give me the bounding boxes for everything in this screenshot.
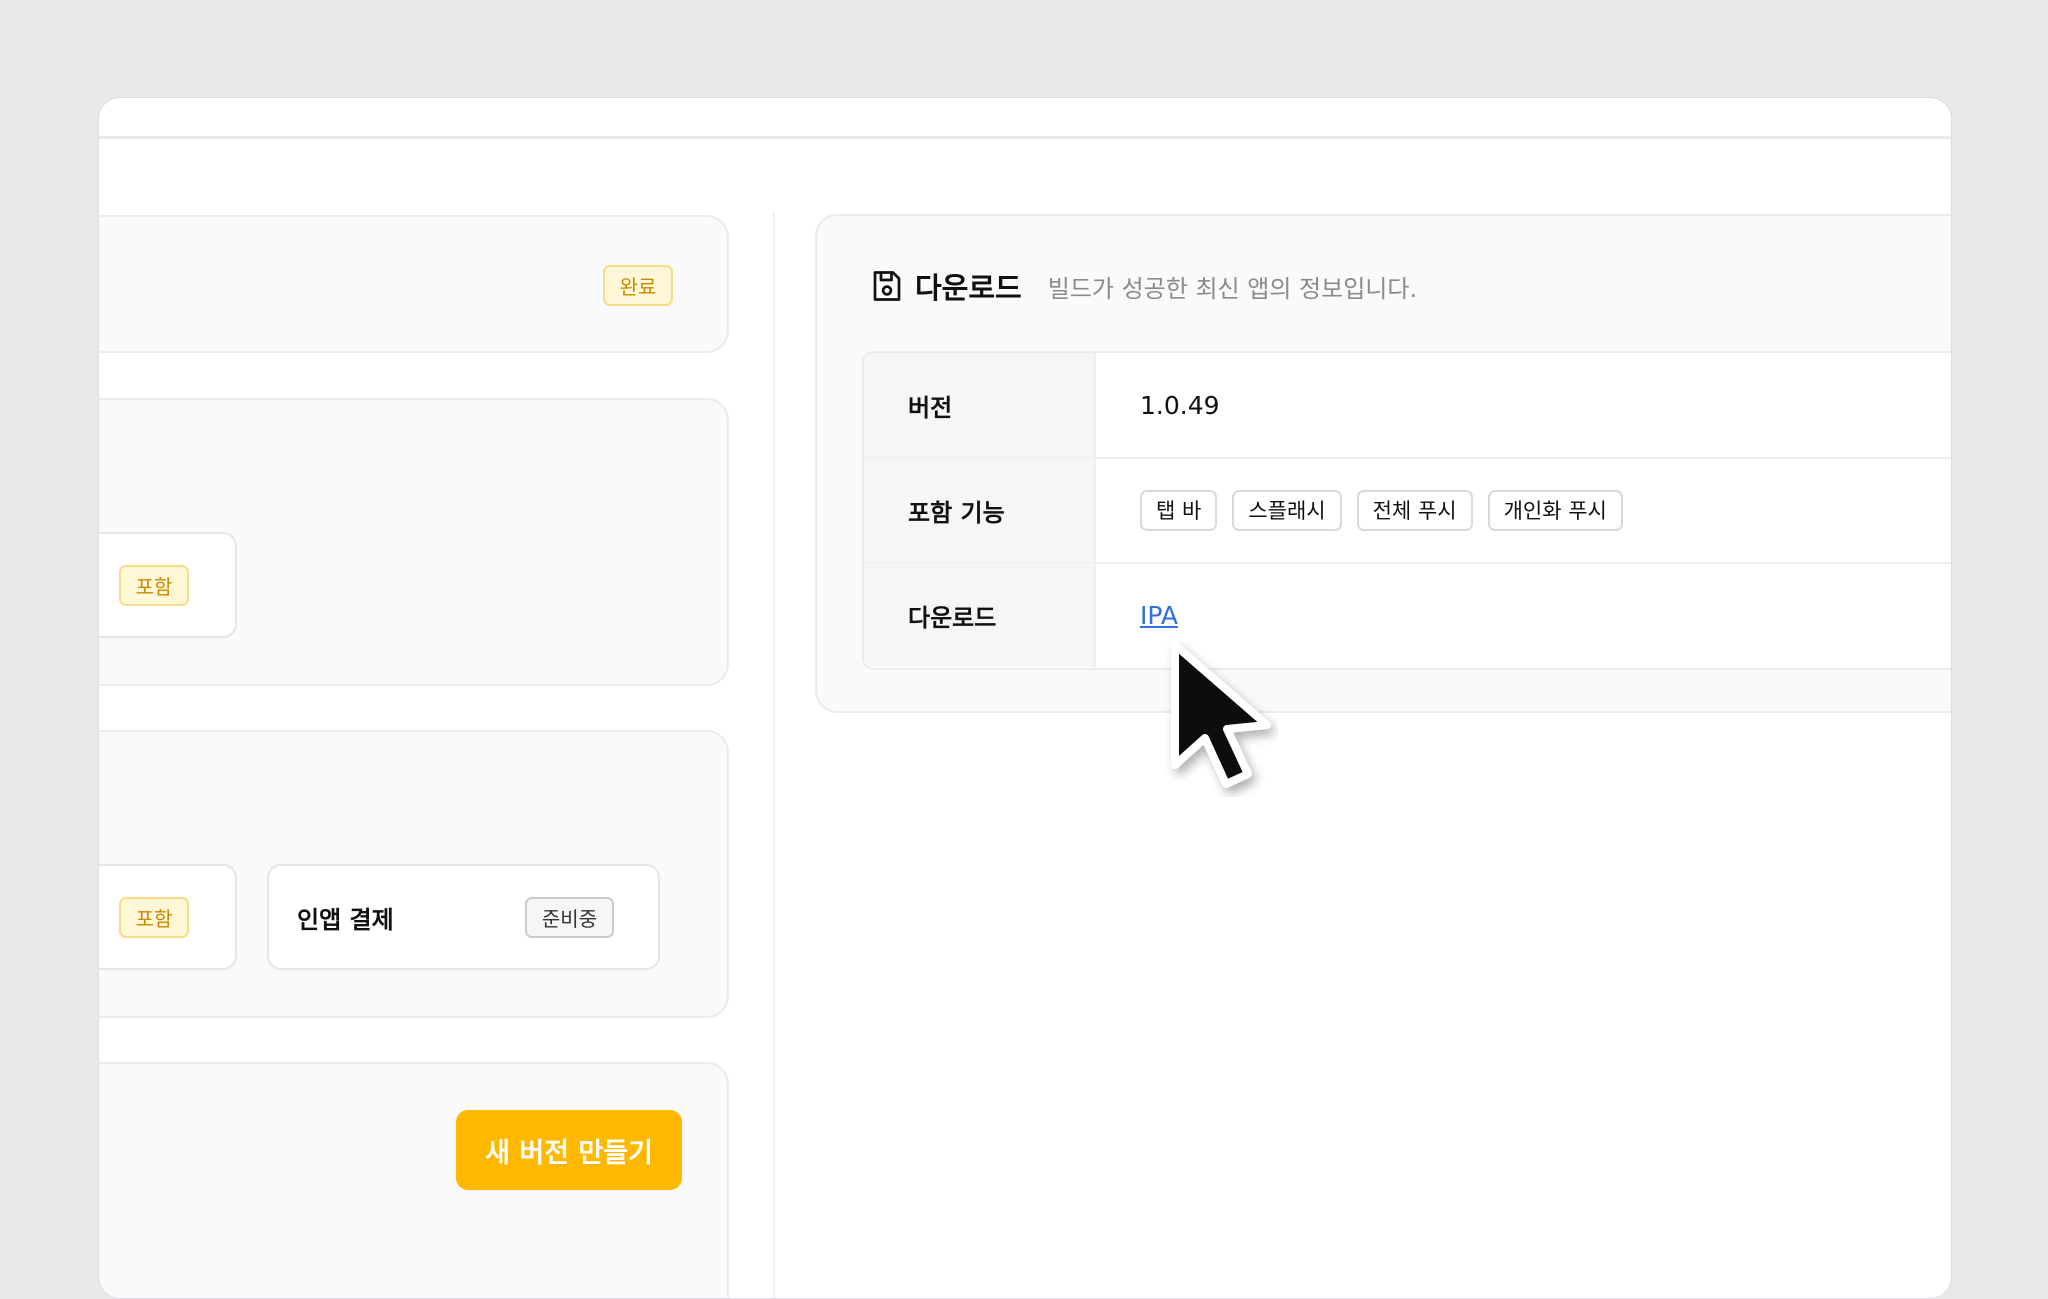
row-label: 포함 기능 <box>864 458 1096 562</box>
table-row-download: 다운로드 IPA <box>864 563 1951 667</box>
feature-item-in-app-purchase[interactable]: 인앱 결제 준비중 <box>267 864 660 970</box>
info-table: 버전 1.0.49 포함 기능 탭 바 스플래시 전체 푸시 개인화 푸시 다운… <box>862 351 1951 670</box>
download-title: 다운로드 <box>915 271 1022 305</box>
version-value: 1.0.49 <box>1140 390 1220 420</box>
preparing-badge: 준비중 <box>525 897 614 938</box>
status-card: 완료 <box>99 215 729 353</box>
app-window: 완료 포함 포함 인앱 결제 준비중 새 버전 만들기 다운로드 빌드가 성공한… <box>98 97 1952 1299</box>
row-label: 버전 <box>864 353 1096 457</box>
feature-card-1: 포함 <box>99 398 729 686</box>
feature-tag: 탭 바 <box>1140 489 1218 531</box>
ipa-download-link[interactable]: IPA <box>1140 601 1178 630</box>
feature-item[interactable]: 포함 <box>99 864 237 970</box>
row-label: 다운로드 <box>864 563 1096 667</box>
feature-tag: 개인화 푸시 <box>1487 489 1623 531</box>
new-version-button[interactable]: 새 버전 만들기 <box>456 1110 682 1190</box>
feature-tags: 탭 바 스플래시 전체 푸시 개인화 푸시 <box>1096 458 1951 562</box>
include-badge: 포함 <box>119 565 189 606</box>
download-description: 빌드가 성공한 최신 앱의 정보입니다. <box>1047 274 1418 303</box>
table-row-features: 포함 기능 탭 바 스플래시 전체 푸시 개인화 푸시 <box>864 458 1951 564</box>
feature-title: 인앱 결제 <box>297 905 394 934</box>
column-divider <box>773 212 775 1298</box>
feature-tag: 전체 푸시 <box>1356 489 1473 531</box>
feature-item[interactable]: 포함 <box>99 532 237 638</box>
feature-card-2: 포함 인앱 결제 준비중 <box>99 730 729 1018</box>
feature-tag: 스플래시 <box>1232 489 1342 531</box>
status-badge: 완료 <box>603 265 673 306</box>
download-panel: 다운로드 빌드가 성공한 최신 앱의 정보입니다. 버전 1.0.49 포함 기… <box>815 214 1951 713</box>
mouse-pointer-icon <box>1171 641 1271 788</box>
include-badge: 포함 <box>119 897 189 938</box>
save-icon <box>873 271 901 301</box>
download-header: 다운로드 빌드가 성공한 최신 앱의 정보입니다. <box>869 264 1417 308</box>
table-row-version: 버전 1.0.49 <box>864 353 1951 459</box>
left-column: 완료 포함 포함 인앱 결제 준비중 새 버전 만들기 <box>99 98 899 1298</box>
